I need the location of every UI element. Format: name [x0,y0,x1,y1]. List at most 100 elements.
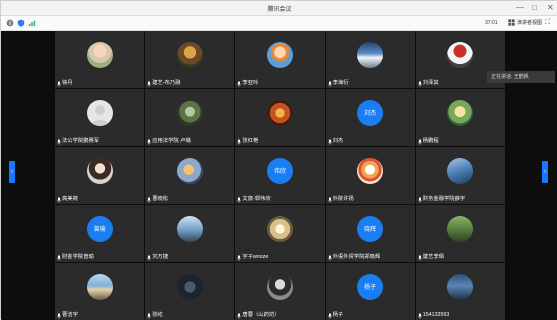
next-page-button[interactable]: › [542,161,548,183]
participant-grid: 徐丹 建艺-布乃融李亚玲李海衍刘泽其法公学院鹏赛军 应用法学院 卢璐 张红艳刘杰刘杰杨… [55,31,505,320]
signal-icon [28,19,36,27]
microphone-icon [57,197,61,203]
participant-tile[interactable]: 曹晓松 [145,147,234,204]
participant-tile[interactable]: 李海衍 [326,31,415,88]
participant-name: 徐丹 [62,80,73,87]
avatar [357,158,383,184]
participant-tile[interactable]: 高美荷 [55,147,144,204]
participant-tile[interactable]: 唐蓉（山药坊） [235,263,324,320]
avatar [447,100,473,126]
participant-nametag: 唐蓉（山药坊） [237,312,279,319]
participant-tile[interactable]: 曾瑜财金学院曾瑜 [55,205,144,262]
participant-name: 财金学院曾瑜 [62,254,94,261]
participant-tile[interactable]: 杨鹏程 [416,89,505,146]
microphone-icon [328,313,332,319]
microphone-icon [147,197,151,203]
microphone-icon [237,313,241,319]
participant-tile[interactable]: 外院许扬 [326,147,415,204]
close-button[interactable]: ✕ [547,3,554,13]
participant-tile[interactable]: 应用法学院 卢璐 [145,89,234,146]
title-bar: 腾讯会议 — □ ✕ [1,1,557,16]
avatar [177,100,203,126]
participant-tile[interactable]: 宇子wooze [235,205,324,262]
avatar: 伟欣 [267,158,293,184]
maximize-button[interactable]: □ [532,3,537,13]
avatar [447,274,473,300]
participant-tile[interactable]: 建艺-布乃融 [145,31,234,88]
participant-tile[interactable]: 刘杰刘杰 [326,89,415,146]
microphone-icon [328,81,332,87]
info-icon[interactable] [6,19,14,27]
microphone-icon [57,255,61,261]
participant-name: 张屹 [152,312,163,319]
participant-nametag: 曹晓松 [147,196,168,203]
meeting-timer: 37:01 [485,20,498,26]
participant-tile[interactable]: 曹洁宇 [55,263,144,320]
participant-name: 唐蓉（山药坊） [242,312,279,319]
participant-nametag: 154133593 [418,312,450,319]
prev-page-button[interactable]: ‹ [9,161,15,183]
chevron-right-icon: › [544,169,546,175]
microphone-icon [328,255,332,261]
participant-tile[interactable]: 刘万捷 [145,205,234,262]
participant-tile[interactable]: 张屹 [145,263,234,320]
participant-name: 刘泽其 [423,80,439,87]
participant-name: 法公学院鹏赛军 [62,138,99,145]
microphone-icon [147,139,151,145]
fullscreen-icon[interactable]: ⛶ [545,19,550,27]
participant-name: 154133593 [423,312,450,319]
microphone-icon [57,139,61,145]
participant-name: 宇子wooze [242,254,268,261]
microphone-icon [418,313,422,319]
participant-tile[interactable]: 杨子杨子 [326,263,415,320]
participant-name: 文旅-郭伟欣 [242,196,270,203]
microphone-icon [237,139,241,145]
chevron-left-icon: ‹ [11,169,13,175]
participant-tile[interactable]: 晓辉外语外贸学院郑晓辉 [326,205,415,262]
participant-nametag: 外院许扬 [328,196,354,203]
avatar [87,274,113,300]
microphone-icon [418,255,422,261]
avatar [267,274,293,300]
participant-nametag: 文旅-郭伟欣 [237,196,270,203]
shield-icon[interactable] [17,19,25,27]
microphone-icon [147,255,151,261]
microphone-icon [147,313,151,319]
participant-nametag: 刘杰 [328,138,344,145]
minimize-button[interactable]: — [516,3,524,13]
participant-nametag: 高美荷 [57,196,78,203]
participant-tile[interactable]: 李亚玲 [235,31,324,88]
participant-nametag: 建艺李佩 [418,254,444,261]
participant-nametag: 应用法学院 卢璐 [147,138,191,145]
participant-tile[interactable]: 154133593 [416,263,505,320]
participant-name: 刘万捷 [152,254,168,261]
microphone-icon [237,255,241,261]
participant-nametag: 曹洁宇 [57,312,78,319]
participant-nametag: 杨子 [328,312,344,319]
participant-tile[interactable]: 伟欣文旅-郭伟欣 [235,147,324,204]
participant-nametag: 宇子wooze [237,254,268,261]
participant-name: 应用法学院 卢璐 [152,138,191,145]
participant-name: 杨鹏程 [423,138,439,145]
participant-nametag: 杨鹏程 [418,138,439,145]
participant-nametag: 刘万捷 [147,254,168,261]
participant-tile[interactable]: 徐丹 [55,31,144,88]
speaker-view-button[interactable]: 演讲者视图 [508,19,542,26]
avatar [87,158,113,184]
participant-tile[interactable]: 建艺李佩 [416,205,505,262]
avatar [267,100,293,126]
microphone-icon [57,313,61,319]
microphone-icon [418,81,422,87]
participant-name: 刘杰 [333,138,344,145]
microphone-icon [328,197,332,203]
participant-tile[interactable]: 法公学院鹏赛军 [55,89,144,146]
participant-name: 曹洁宇 [62,312,78,319]
avatar: 杨子 [357,274,383,300]
avatar: 晓辉 [357,216,383,242]
participant-tile[interactable]: 财务金融学院薛宇 [416,147,505,204]
video-area: ‹ 徐丹建艺-布乃融李亚玲李海衍刘泽其法公学院鹏赛军应用法学院 卢璐张红艳刘杰刘… [1,31,557,320]
participant-name: 杨子 [333,312,344,319]
microphone-icon [237,81,241,87]
participant-tile[interactable]: 张红艳 [235,89,324,146]
window-title: 腾讯会议 [1,4,557,13]
